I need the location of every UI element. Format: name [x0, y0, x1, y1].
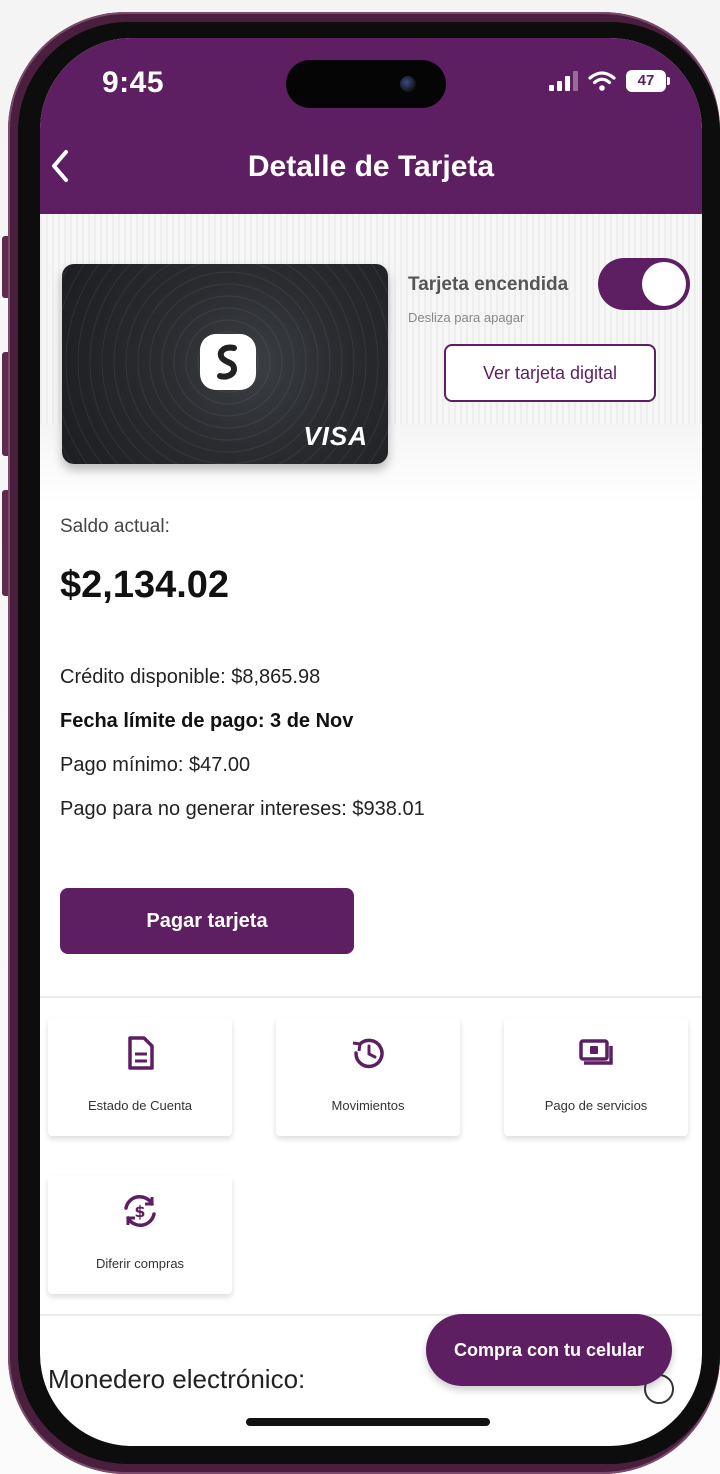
- camera-icon: [400, 76, 416, 92]
- home-indicator[interactable]: [246, 1418, 490, 1426]
- view-digital-card-button[interactable]: Ver tarjeta digital: [444, 344, 656, 402]
- tile-account-statement[interactable]: Estado de Cuenta: [48, 1018, 232, 1136]
- tile-label: Diferir compras: [95, 1256, 185, 1271]
- no-interest-payment-text: Pago para no generar intereses: $938.01: [60, 798, 425, 820]
- electronic-wallet-label: Monedero electrónico:: [48, 1364, 306, 1394]
- tile-service-payments[interactable]: Pago de servicios: [504, 1018, 688, 1136]
- divider: [40, 996, 702, 998]
- pay-with-phone-button[interactable]: Compra con tu celular: [426, 1314, 672, 1386]
- tile-movements[interactable]: Movimientos: [276, 1018, 460, 1136]
- status-icons: 47: [549, 70, 670, 92]
- card-toggle-hint: Desliza para apagar: [408, 310, 525, 325]
- credit-available-text: Crédito disponible: $8,865.98: [60, 666, 321, 688]
- dynamic-island: [286, 60, 446, 108]
- card-toggle-label: Tarjeta encendida: [408, 274, 569, 295]
- minimum-payment-text: Pago mínimo: $47.00: [60, 754, 251, 776]
- toggle-knob: [642, 262, 686, 306]
- credit-card-image: VISA: [62, 264, 388, 464]
- battery-icon: 47: [626, 70, 670, 92]
- status-time: 9:45: [102, 66, 165, 99]
- svg-text:$: $: [134, 1202, 145, 1221]
- pay-card-button[interactable]: Pagar tarjeta: [60, 888, 354, 954]
- payment-icon: [579, 1039, 613, 1065]
- wifi-icon: [588, 71, 616, 91]
- tile-label: Pago de servicios: [544, 1098, 648, 1113]
- defer-dollar-icon: $: [124, 1195, 156, 1227]
- due-date-text: Fecha límite de pago: 3 de Nov: [60, 710, 354, 732]
- signal-icon: [549, 71, 578, 91]
- phone-bezel: 9:45 47 Detalle de Tarjeta VISA Tarjeta …: [18, 22, 720, 1464]
- phone-frame: 9:45 47 Detalle de Tarjeta VISA Tarjeta …: [8, 12, 720, 1474]
- app-screen: 9:45 47 Detalle de Tarjeta VISA Tarjeta …: [40, 38, 702, 1446]
- tile-label: Movimientos: [331, 1098, 405, 1113]
- balance-value: $2,134.02: [60, 564, 230, 606]
- page-title: Detalle de Tarjeta: [247, 150, 495, 183]
- balance-label: Saldo actual:: [60, 516, 170, 537]
- app-header: 9:45 47 Detalle de Tarjeta: [40, 38, 702, 214]
- bank-logo-icon: [200, 334, 256, 390]
- tile-label: Estado de Cuenta: [87, 1098, 193, 1113]
- document-icon: [128, 1036, 154, 1070]
- visa-logo: VISA: [303, 421, 368, 451]
- tile-defer-purchases[interactable]: $ Diferir compras: [48, 1176, 232, 1294]
- card-on-toggle[interactable]: [598, 258, 690, 310]
- history-icon: [352, 1038, 384, 1069]
